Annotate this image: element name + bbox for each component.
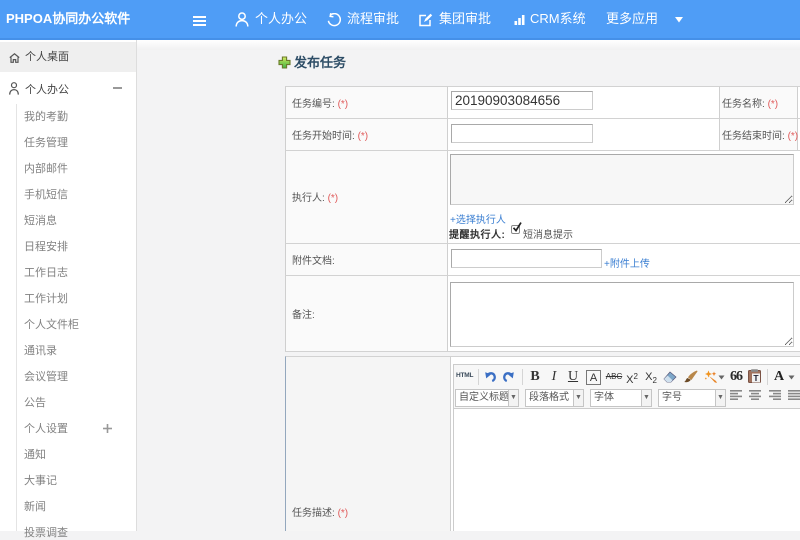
svg-text:T: T — [753, 373, 759, 383]
